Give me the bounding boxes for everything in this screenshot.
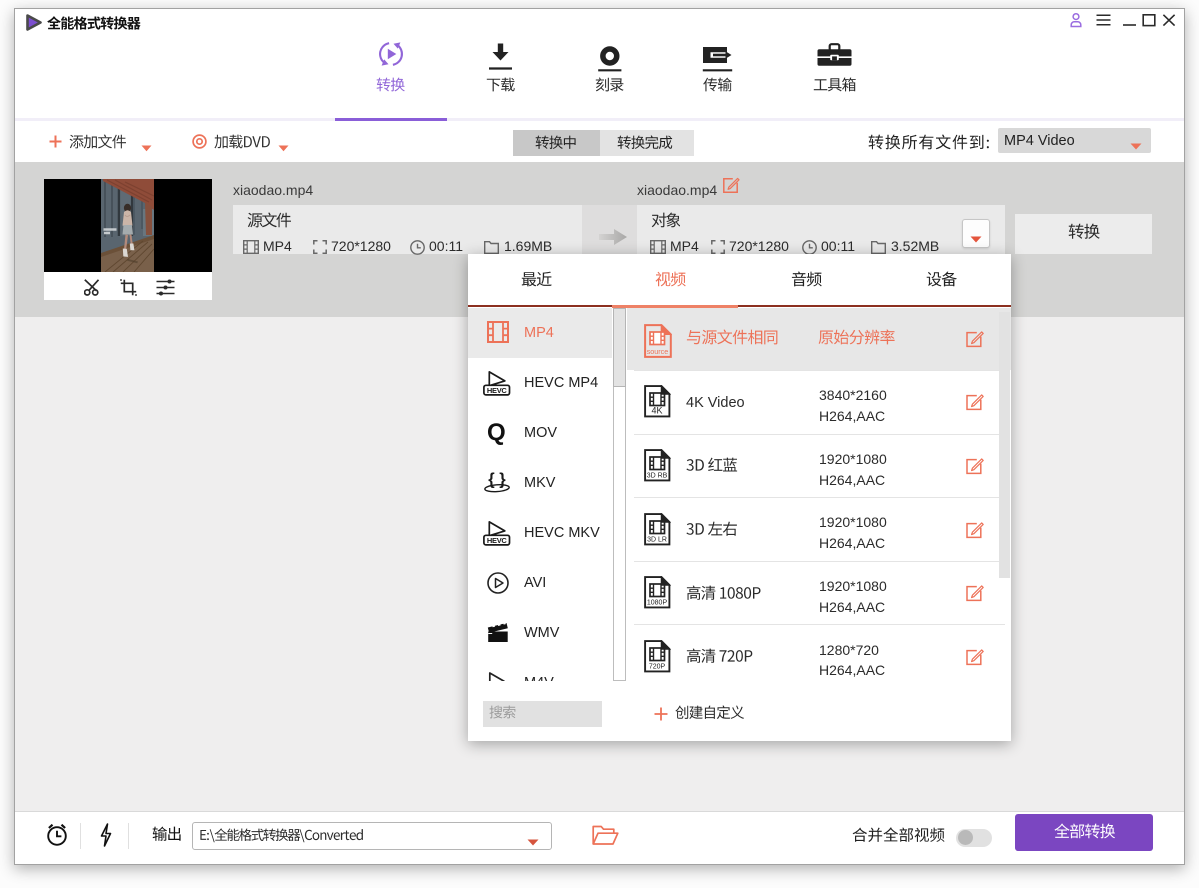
svg-text:3D RB: 3D RB bbox=[647, 472, 668, 479]
svg-text:3D LR: 3D LR bbox=[647, 536, 667, 543]
svg-text:HEVC: HEVC bbox=[487, 386, 508, 395]
svg-text:HEVC: HEVC bbox=[487, 536, 508, 545]
svg-text:source: source bbox=[647, 347, 669, 356]
svg-text:720P: 720P bbox=[649, 663, 666, 670]
svg-text:1080P: 1080P bbox=[647, 600, 668, 607]
svg-text:4K: 4K bbox=[651, 406, 662, 416]
